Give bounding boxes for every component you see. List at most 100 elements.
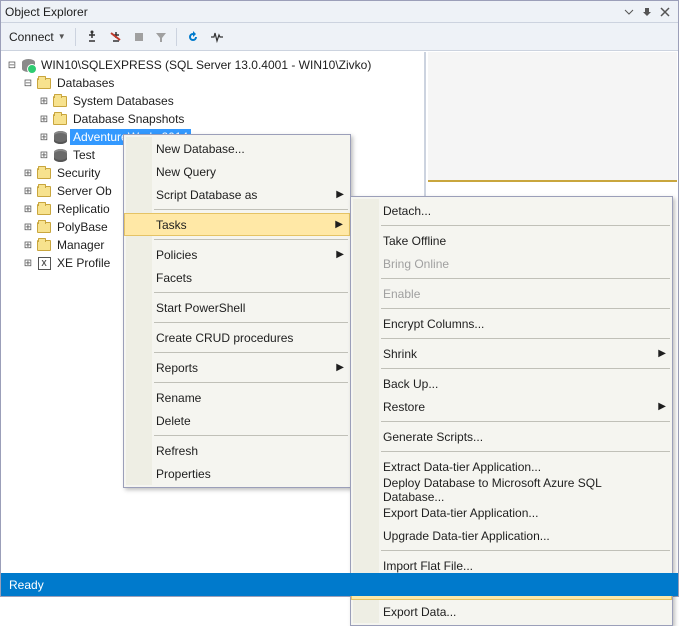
tree-row-database-snapshots[interactable]: ⊞ Database Snapshots [6,110,424,128]
folder-icon [36,219,52,235]
status-text: Ready [9,578,44,592]
tree-label: Manager [54,237,107,253]
submenu-arrow-icon: ▶ [658,401,666,412]
menu-item-export-data[interactable]: Export Data... [351,600,672,623]
menu-item-enable: Enable [351,282,672,305]
menu-item-start-powershell[interactable]: Start PowerShell [124,296,350,319]
disconnect-icon[interactable] [105,28,127,46]
expand-icon[interactable]: ⊞ [38,150,50,161]
expand-icon[interactable]: ⊞ [22,168,34,179]
menu-item-refresh[interactable]: Refresh [124,439,350,462]
tree-label: Server Ob [54,183,115,199]
menu-item-new-query[interactable]: New Query [124,160,350,183]
database-icon [52,129,68,145]
menu-separator [154,292,348,293]
connect-icon[interactable] [81,28,103,46]
menu-separator [381,308,670,309]
menu-item-create-crud[interactable]: Create CRUD procedures [124,326,350,349]
expand-icon[interactable]: ⊞ [22,186,34,197]
activity-icon[interactable] [206,28,228,46]
toolbar: Connect▼ [1,23,678,51]
menu-item-facets[interactable]: Facets [124,266,350,289]
menu-item-script-database-as[interactable]: Script Database as▶ [124,183,350,206]
tree-label: XE Profile [54,255,113,271]
tree-row-system-databases[interactable]: ⊞ System Databases [6,92,424,110]
folder-icon [52,111,68,127]
xe-icon: X [36,255,52,271]
tree-label: WIN10\SQLEXPRESS (SQL Server 13.0.4001 -… [38,57,374,73]
menu-separator [381,225,670,226]
tree-label: Replicatio [54,201,113,217]
right-pane-background [428,52,677,182]
window-dropdown-icon[interactable] [620,3,638,21]
submenu-arrow-icon: ▶ [336,189,344,200]
folder-icon [36,237,52,253]
folder-icon [36,183,52,199]
menu-item-back-up[interactable]: Back Up... [351,372,672,395]
menu-item-delete[interactable]: Delete [124,409,350,432]
pin-icon[interactable] [638,3,656,21]
folder-icon [36,75,52,91]
menu-item-upgrade-data-tier[interactable]: Upgrade Data-tier Application... [351,524,672,547]
menu-item-encrypt-columns[interactable]: Encrypt Columns... [351,312,672,335]
submenu-arrow-icon: ▶ [336,249,344,260]
refresh-icon[interactable] [182,28,204,46]
menu-separator [381,278,670,279]
separator [176,28,177,46]
menu-separator [154,239,348,240]
menu-item-restore[interactable]: Restore▶ [351,395,672,418]
expand-icon[interactable]: ⊞ [22,240,34,251]
menu-separator [154,382,348,383]
menu-item-bring-online: Bring Online [351,252,672,275]
status-bar: Ready [1,573,678,596]
connect-button[interactable]: Connect▼ [5,28,70,46]
submenu-arrow-icon: ▶ [336,362,344,373]
menu-item-deploy-azure[interactable]: Deploy Database to Microsoft Azure SQL D… [351,478,672,501]
menu-item-shrink[interactable]: Shrink▶ [351,342,672,365]
menu-item-export-data-tier[interactable]: Export Data-tier Application... [351,501,672,524]
folder-icon [52,93,68,109]
tree-label: Security [54,165,103,181]
tree-label: Databases [54,75,117,91]
menu-item-policies[interactable]: Policies▶ [124,243,350,266]
menu-item-properties[interactable]: Properties [124,462,350,485]
tree-row-server[interactable]: ⊟ WIN10\SQLEXPRESS (SQL Server 13.0.4001… [6,56,424,74]
menu-separator [154,435,348,436]
expand-icon[interactable]: ⊞ [22,222,34,233]
menu-separator [381,338,670,339]
tree-label: PolyBase [54,219,111,235]
menu-item-detach[interactable]: Detach... [351,199,672,222]
titlebar: Object Explorer [1,1,678,23]
menu-item-tasks[interactable]: Tasks▶ [124,213,350,236]
menu-item-reports[interactable]: Reports▶ [124,356,350,379]
menu-item-generate-scripts[interactable]: Generate Scripts... [351,425,672,448]
menu-item-rename[interactable]: Rename [124,386,350,409]
menu-separator [154,322,348,323]
menu-separator [154,352,348,353]
panel-title: Object Explorer [5,5,620,19]
expand-icon[interactable]: ⊞ [22,204,34,215]
expand-icon[interactable]: ⊞ [38,114,50,125]
folder-icon [36,201,52,217]
tree-label: Test [70,147,98,163]
stop-icon [129,29,149,45]
expand-icon[interactable]: ⊞ [38,96,50,107]
collapse-icon[interactable]: ⊟ [6,60,18,71]
menu-separator [381,421,670,422]
submenu-arrow-icon: ▶ [335,219,343,230]
close-icon[interactable] [656,3,674,21]
expand-icon[interactable]: ⊞ [38,132,50,143]
menu-separator [381,451,670,452]
database-icon [52,147,68,163]
expand-icon[interactable]: ⊞ [22,258,34,269]
context-menu-tasks: Detach... Take Offline Bring Online Enab… [350,196,673,626]
submenu-arrow-icon: ▶ [658,348,666,359]
menu-separator [381,368,670,369]
menu-item-new-database[interactable]: New Database... [124,137,350,160]
menu-item-take-offline[interactable]: Take Offline [351,229,672,252]
tree-label: System Databases [70,93,177,109]
tree-row-databases[interactable]: ⊟ Databases [6,74,424,92]
folder-icon [36,165,52,181]
collapse-icon[interactable]: ⊟ [22,78,34,89]
server-icon [20,57,36,73]
